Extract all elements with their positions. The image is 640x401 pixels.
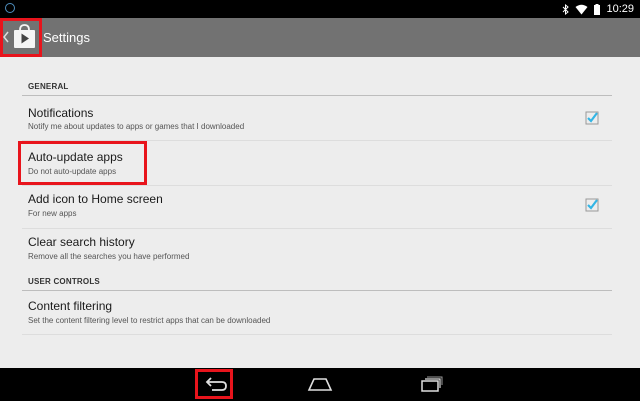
checkbox-checked[interactable] <box>585 111 599 125</box>
setting-clear-search-history[interactable]: Clear search history Remove all the sear… <box>0 229 640 271</box>
recents-icon[interactable] <box>415 368 445 401</box>
status-indicators: 10:29 <box>562 2 634 16</box>
home-icon[interactable] <box>305 368 335 401</box>
play-store-icon[interactable] <box>11 23 38 50</box>
setting-title: Notifications <box>28 106 94 120</box>
section-header-user-controls: USER CONTROLS <box>28 277 100 286</box>
checkbox-checked[interactable] <box>585 198 599 212</box>
setting-auto-update-apps[interactable]: Auto-update apps Do not auto-update apps <box>0 141 640 185</box>
section-divider <box>22 95 612 96</box>
setting-content-filtering[interactable]: Content filtering Set the content filter… <box>0 292 640 334</box>
section-divider <box>22 290 612 291</box>
android-settings-screen: 10:29 Settings GENERAL Notifications Not… <box>0 0 640 401</box>
wifi-icon <box>575 4 588 14</box>
bluetooth-icon <box>563 3 570 15</box>
setting-summary: Do not auto-update apps <box>28 167 117 176</box>
battery-icon <box>594 3 601 15</box>
status-bar: 10:29 <box>0 0 640 18</box>
setting-title: Add icon to Home screen <box>28 192 163 206</box>
setting-add-icon-home-screen[interactable]: Add icon to Home screen For new apps <box>0 186 640 228</box>
setting-title: Auto-update apps <box>28 150 123 164</box>
back-icon[interactable] <box>200 368 230 401</box>
setting-summary: For new apps <box>28 209 77 218</box>
section-header-general: GENERAL <box>28 82 69 91</box>
setting-title: Clear search history <box>28 235 135 249</box>
page-title: Settings <box>43 30 90 45</box>
cutoff-text <box>28 342 178 348</box>
clock: 10:29 <box>606 3 634 15</box>
setting-summary: Remove all the searches you have perform… <box>28 252 190 261</box>
notification-icon <box>5 3 15 13</box>
setting-summary: Notify me about updates to apps or games… <box>28 122 245 131</box>
setting-title: Content filtering <box>28 299 113 313</box>
chevron-left-icon[interactable] <box>2 28 10 46</box>
action-bar <box>0 18 640 57</box>
setting-partial-next[interactable] <box>0 335 640 368</box>
setting-notifications[interactable]: Notifications Notify me about updates to… <box>0 97 640 140</box>
setting-summary: Set the content filtering level to restr… <box>28 316 271 325</box>
